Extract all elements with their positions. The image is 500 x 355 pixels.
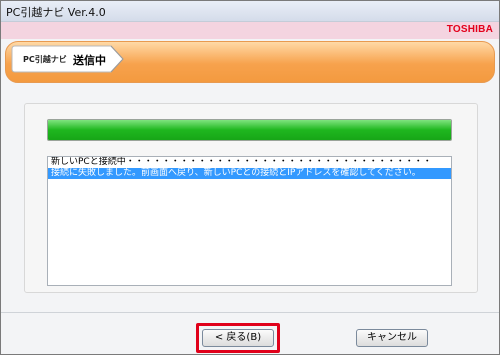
log-line[interactable]: 接続に失敗しました。前画面へ戻り、新しいPCとの接続とIPアドレスを確認してくだ… xyxy=(48,168,451,179)
app-window: PC引越ナビ Ver.4.0 TOSHIBA PC引越ナビ 送信中 新しいPCと… xyxy=(0,0,500,355)
cancel-button[interactable]: キャンセル xyxy=(356,329,428,347)
toshiba-logo: TOSHIBA xyxy=(446,24,493,35)
breadcrumb-app-name: PC引越ナビ xyxy=(23,55,67,64)
log-line[interactable]: 新しいPCと接続中・・・・・・・・・・・・・・・・・・・・・・・・・・・・・・・… xyxy=(48,157,451,168)
progress-bar xyxy=(47,119,452,141)
footer-divider xyxy=(1,312,499,313)
window-title: PC引越ナビ Ver.4.0 xyxy=(6,6,106,19)
back-button[interactable]: < 戻る(B) xyxy=(202,329,274,347)
title-bar: PC引越ナビ Ver.4.0 xyxy=(1,1,499,22)
brand-bar: TOSHIBA xyxy=(1,22,499,39)
breadcrumb: PC引越ナビ 送信中 xyxy=(11,45,124,73)
breadcrumb-step-name: 送信中 xyxy=(73,54,106,67)
progress-bar-fill xyxy=(48,120,451,140)
status-log-list[interactable]: 新しいPCと接続中・・・・・・・・・・・・・・・・・・・・・・・・・・・・・・・… xyxy=(47,156,452,286)
